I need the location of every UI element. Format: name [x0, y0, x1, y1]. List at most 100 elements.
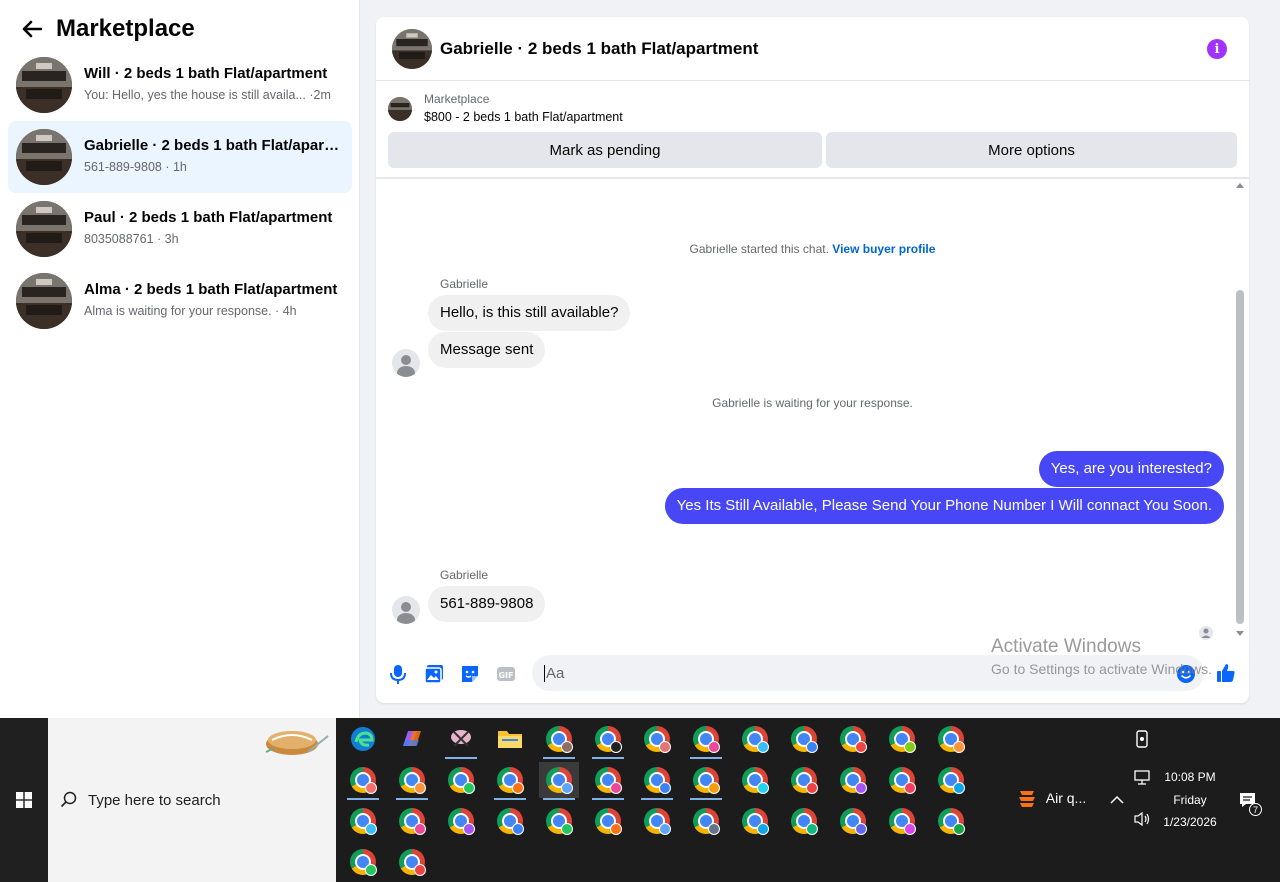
chrome-icon[interactable]: [343, 844, 383, 880]
chat-listing-thumbnail[interactable]: [392, 28, 432, 69]
conversation-title: Alma · 2 beds 1 bath Flat/apartment: [84, 281, 338, 298]
chrome-icon[interactable]: [686, 803, 726, 839]
chrome-icon[interactable]: [588, 721, 628, 759]
chrome-icon[interactable]: [833, 803, 873, 839]
message-scrollbar[interactable]: [1236, 180, 1244, 637]
message-bubble-incoming[interactable]: Message sent: [428, 332, 546, 368]
conversation-preview: Alma is waiting for your response. · 4h: [84, 304, 297, 318]
sender-avatar[interactable]: [392, 596, 420, 624]
chrome-icon[interactable]: [539, 721, 579, 759]
weather-widget[interactable]: Air q...: [1006, 780, 1096, 816]
chat-header: Gabrielle · 2 beds 1 bath Flat/apartment…: [376, 17, 1249, 81]
chrome-icon[interactable]: [343, 762, 383, 800]
view-buyer-profile-link[interactable]: View buyer profile: [832, 242, 935, 256]
message-bubble-outgoing[interactable]: Yes Its Still Available, Please Send You…: [664, 488, 1224, 524]
sidebar-title: Marketplace: [56, 15, 195, 42]
chrome-icon[interactable]: [882, 721, 922, 757]
chrome-icon[interactable]: [735, 721, 775, 757]
chrome-icon[interactable]: [784, 803, 824, 839]
conversation-preview: You: Hello, yes the house is still avail…: [84, 88, 331, 102]
chrome-icon[interactable]: [490, 803, 530, 839]
chrome-icon[interactable]: [833, 721, 873, 757]
clock-time[interactable]: 10:08 PM: [1155, 770, 1225, 784]
thumbs-up-icon[interactable]: [1215, 662, 1237, 684]
chrome-icon[interactable]: [931, 803, 971, 839]
clock-date[interactable]: 1/23/2026: [1155, 815, 1225, 829]
listing-thumbnail: [16, 273, 72, 329]
listing-label: Marketplace: [424, 92, 490, 106]
chat-title[interactable]: Gabrielle · 2 beds 1 bath Flat/apartment: [440, 39, 758, 59]
chrome-icon[interactable]: [637, 721, 677, 757]
chrome-icon[interactable]: [588, 762, 628, 800]
scroll-up-icon[interactable]: [1236, 182, 1244, 190]
notification-center-icon[interactable]: 7: [1230, 782, 1266, 818]
listing-summary[interactable]: Marketplace $800 - 2 beds 1 bath Flat/ap…: [388, 91, 623, 127]
chrome-icon[interactable]: [735, 803, 775, 839]
file-explorer-icon[interactable]: [490, 721, 530, 757]
notification-count: 7: [1249, 803, 1262, 816]
search-placeholder: Type here to search: [88, 791, 221, 809]
chrome-icon[interactable]: [392, 803, 432, 839]
chrome-icon[interactable]: [882, 803, 922, 839]
air-quality-icon: [1018, 791, 1035, 807]
chat-panel: Gabrielle · 2 beds 1 bath Flat/apartment…: [376, 17, 1249, 703]
chrome-icon[interactable]: [588, 803, 628, 839]
message-input[interactable]: Aa: [532, 655, 1204, 691]
copilot-icon[interactable]: [392, 721, 432, 757]
conversation-title: Will · 2 beds 1 bath Flat/apartment: [84, 65, 328, 82]
chrome-icon[interactable]: [735, 762, 775, 798]
chrome-icon[interactable]: [637, 803, 677, 839]
chrome-icon[interactable]: [343, 803, 383, 839]
message-composer: GIF Aa: [376, 649, 1249, 703]
chrome-icon[interactable]: [441, 762, 481, 798]
chrome-icon[interactable]: [784, 721, 824, 757]
message-bubble-incoming[interactable]: Hello, is this still available?: [428, 295, 631, 331]
listing-thumbnail: [16, 201, 72, 257]
gif-icon[interactable]: GIF: [495, 663, 517, 685]
windows-taskbar: Type here to search Air q... 10:08 PM Fr…: [0, 718, 1280, 882]
message-bubble-incoming[interactable]: 561-889-9808: [428, 586, 546, 622]
chrome-icon[interactable]: [539, 803, 579, 839]
info-icon[interactable]: i: [1207, 39, 1227, 59]
edge-icon[interactable]: [343, 721, 383, 757]
chrome-icon[interactable]: [392, 844, 432, 880]
snipping-tool-icon[interactable]: [441, 721, 481, 759]
clock-day[interactable]: Friday: [1155, 793, 1225, 807]
chrome-icon[interactable]: [686, 721, 726, 759]
message-list: Gabrielle started this chat. View buyer …: [376, 179, 1249, 649]
taskbar-search-box[interactable]: Type here to search: [48, 718, 336, 882]
conversation-title: Paul · 2 beds 1 bath Flat/apartment: [84, 209, 333, 226]
scroll-down-icon[interactable]: [1236, 629, 1244, 637]
conversation-item-gabrielle[interactable]: Gabrielle · 2 beds 1 bath Flat/apartm...…: [8, 121, 352, 193]
meet-now-icon[interactable]: [1124, 721, 1160, 757]
emoji-icon[interactable]: [1176, 664, 1196, 684]
photo-icon[interactable]: [423, 663, 445, 685]
chrome-icon[interactable]: [931, 762, 971, 798]
sticker-icon[interactable]: [459, 663, 481, 685]
conversation-item-will[interactable]: Will · 2 beds 1 bath Flat/apartment You:…: [8, 49, 352, 121]
chrome-icon[interactable]: [833, 762, 873, 798]
mark-as-pending-button[interactable]: Mark as pending: [388, 132, 822, 168]
conversation-preview: 8035088761 · 3h: [84, 232, 179, 246]
more-options-button[interactable]: More options: [826, 132, 1237, 168]
chrome-icon[interactable]: [882, 762, 922, 798]
back-arrow-icon[interactable]: [20, 17, 44, 41]
scrollbar-thumb[interactable]: [1236, 290, 1244, 624]
svg-text:GIF: GIF: [498, 671, 513, 680]
sender-avatar[interactable]: [392, 349, 420, 377]
windows-start-icon[interactable]: [0, 718, 48, 882]
chrome-icon[interactable]: [392, 762, 432, 800]
chrome-icon[interactable]: [637, 762, 677, 800]
chrome-icon[interactable]: [931, 721, 971, 757]
microphone-icon[interactable]: [387, 663, 409, 685]
chrome-icon-active[interactable]: [539, 762, 579, 800]
chrome-icon[interactable]: [441, 803, 481, 839]
chrome-icon[interactable]: [784, 762, 824, 798]
conversation-item-paul[interactable]: Paul · 2 beds 1 bath Flat/apartment 8035…: [8, 193, 352, 265]
message-bubble-outgoing[interactable]: Yes, are you interested?: [1038, 451, 1224, 487]
chrome-icon[interactable]: [490, 762, 530, 800]
conversation-item-alma[interactable]: Alma · 2 beds 1 bath Flat/apartment Alma…: [8, 265, 352, 337]
chrome-icon[interactable]: [686, 762, 726, 800]
waiting-response-notice: Gabrielle is waiting for your response.: [712, 396, 913, 410]
search-icon: [60, 791, 77, 808]
